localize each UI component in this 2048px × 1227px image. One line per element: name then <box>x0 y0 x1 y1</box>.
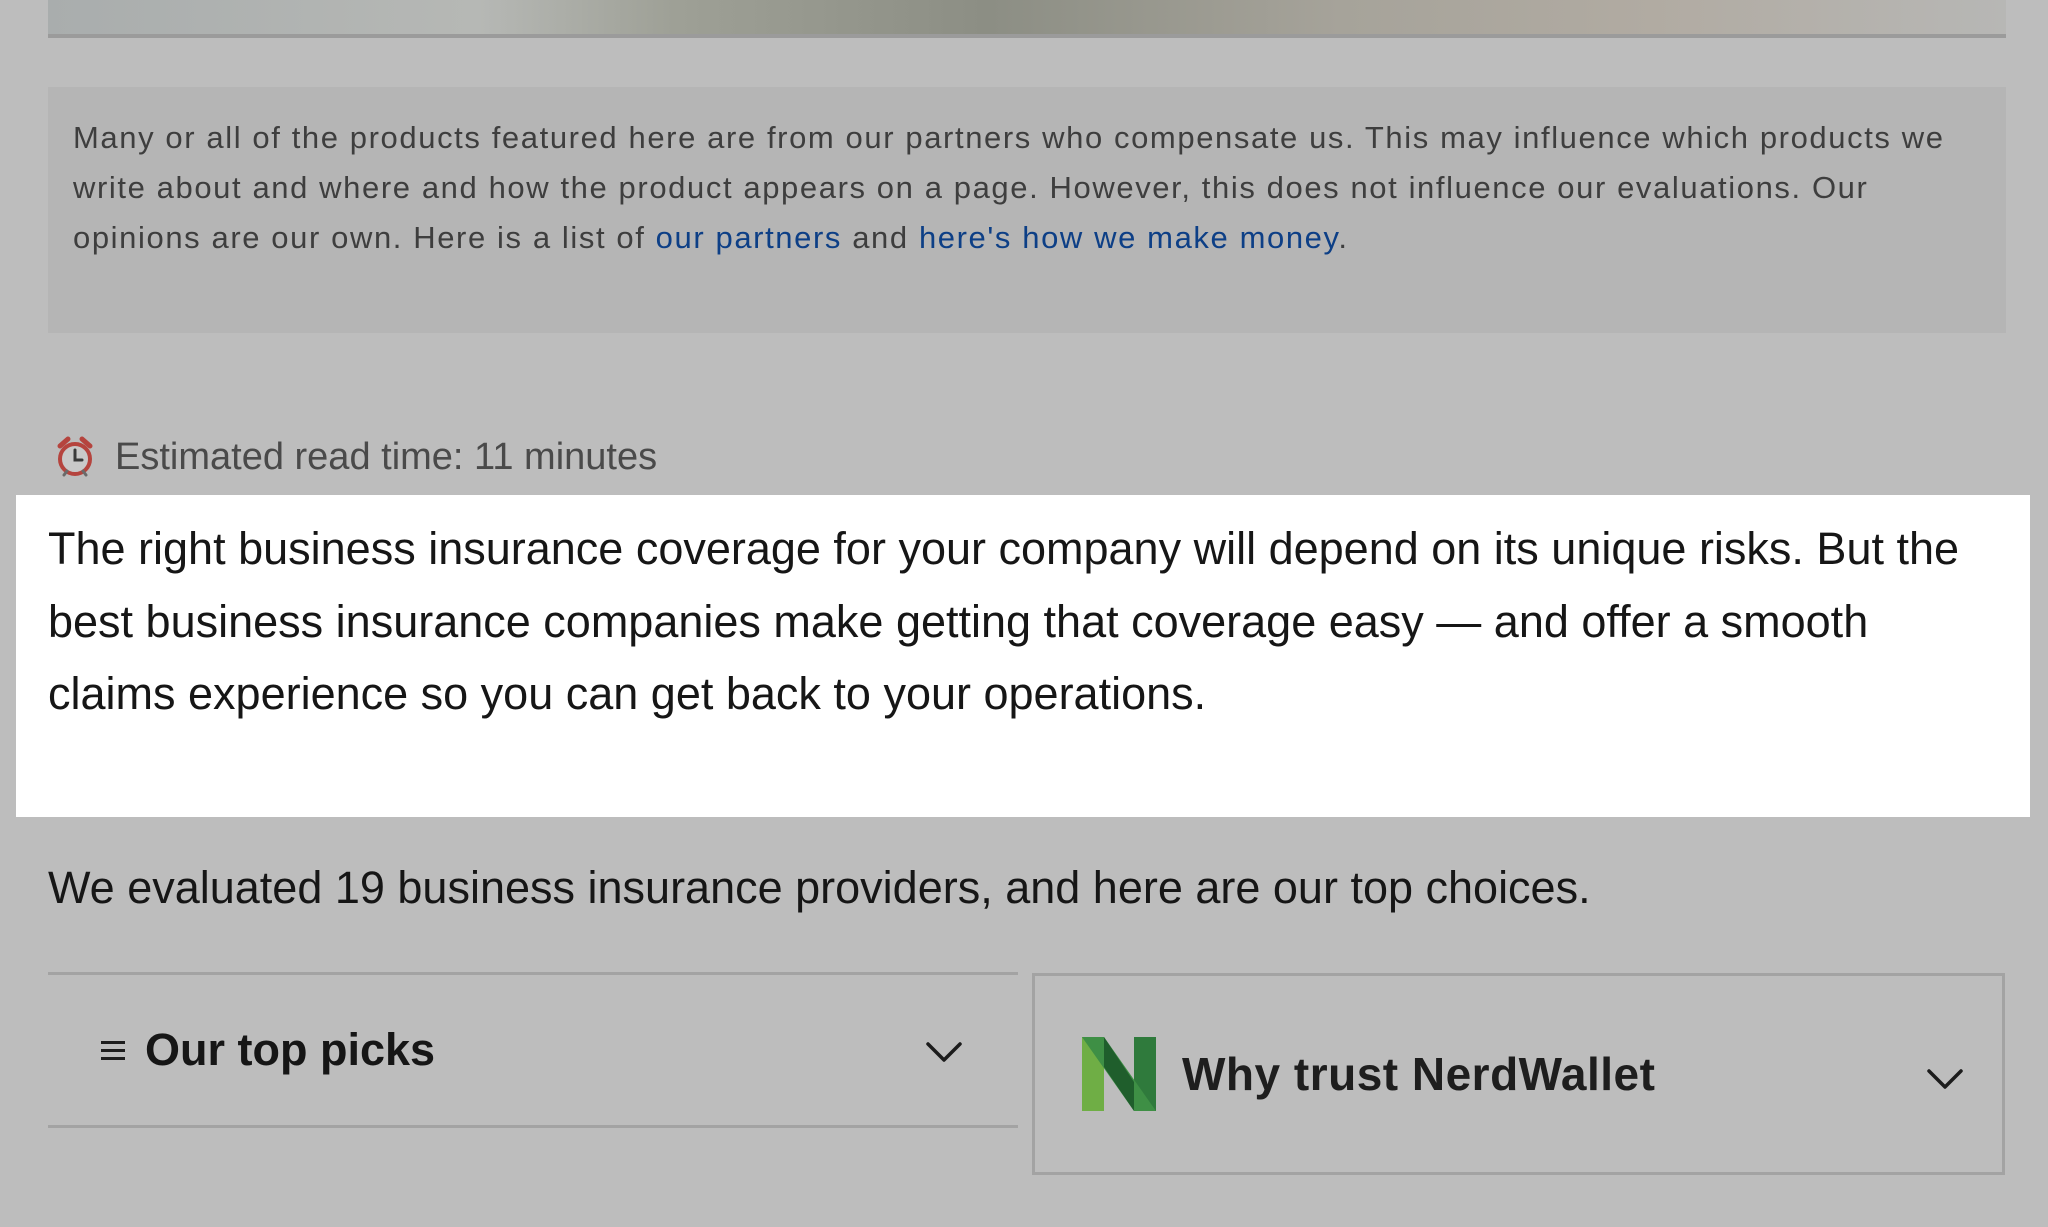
why-trust-nerdwallet-accordion[interactable]: Why trust NerdWallet <box>1032 973 2005 1175</box>
read-time-text: Estimated read time: 11 minutes <box>115 435 658 478</box>
chevron-down-icon[interactable] <box>926 1041 962 1063</box>
chevron-down-icon[interactable] <box>1927 1068 1963 1090</box>
hero-image-strip <box>48 0 2006 38</box>
why-trust-nerdwallet-label: Why trust NerdWallet <box>1182 1048 1656 1100</box>
our-top-picks-accordion[interactable]: Our top picks <box>48 972 1018 1128</box>
nerdwallet-logo-icon <box>1082 1037 1156 1111</box>
read-time: Estimated read time: 11 minutes <box>55 432 657 482</box>
disclosure-text-3: . <box>1338 220 1349 255</box>
disclosure-text-2: and <box>842 220 919 255</box>
our-partners-link[interactable]: our partners <box>656 220 842 255</box>
menu-lines-icon <box>101 1038 125 1062</box>
alarm-clock-icon <box>55 435 95 479</box>
how-we-make-money-link[interactable]: here's how we make money <box>919 220 1338 255</box>
advertiser-disclosure: Many or all of the products featured her… <box>48 87 2006 333</box>
summary-paragraph: We evaluated 19 business insurance provi… <box>48 862 1591 913</box>
highlighted-intro-paragraph: The right business insurance coverage fo… <box>16 495 2030 817</box>
our-top-picks-label: Our top picks <box>145 1024 436 1075</box>
